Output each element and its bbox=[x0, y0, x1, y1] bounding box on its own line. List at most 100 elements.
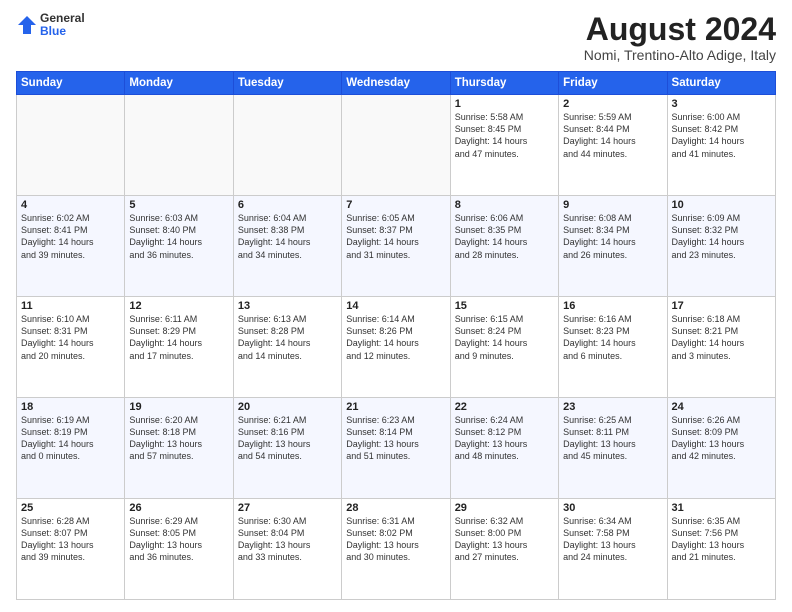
calendar-day-header: Wednesday bbox=[342, 72, 450, 95]
calendar-cell: 24Sunrise: 6:26 AMSunset: 8:09 PMDayligh… bbox=[667, 398, 775, 499]
calendar-cell: 25Sunrise: 6:28 AMSunset: 8:07 PMDayligh… bbox=[17, 499, 125, 600]
calendar-week-row: 1Sunrise: 5:58 AMSunset: 8:45 PMDaylight… bbox=[17, 95, 776, 196]
calendar-week-row: 18Sunrise: 6:19 AMSunset: 8:19 PMDayligh… bbox=[17, 398, 776, 499]
calendar-cell: 16Sunrise: 6:16 AMSunset: 8:23 PMDayligh… bbox=[559, 297, 667, 398]
calendar-day-header: Saturday bbox=[667, 72, 775, 95]
calendar-week-row: 11Sunrise: 6:10 AMSunset: 8:31 PMDayligh… bbox=[17, 297, 776, 398]
day-info: Sunrise: 6:09 AMSunset: 8:32 PMDaylight:… bbox=[672, 212, 771, 261]
calendar-day-header: Thursday bbox=[450, 72, 558, 95]
calendar-cell: 22Sunrise: 6:24 AMSunset: 8:12 PMDayligh… bbox=[450, 398, 558, 499]
day-info: Sunrise: 6:13 AMSunset: 8:28 PMDaylight:… bbox=[238, 313, 337, 362]
day-number: 11 bbox=[21, 300, 120, 312]
day-number: 22 bbox=[455, 401, 554, 413]
day-info: Sunrise: 6:21 AMSunset: 8:16 PMDaylight:… bbox=[238, 414, 337, 463]
calendar-cell: 31Sunrise: 6:35 AMSunset: 7:56 PMDayligh… bbox=[667, 499, 775, 600]
day-number: 16 bbox=[563, 300, 662, 312]
day-number: 1 bbox=[455, 98, 554, 110]
calendar-cell: 20Sunrise: 6:21 AMSunset: 8:16 PMDayligh… bbox=[233, 398, 341, 499]
day-info: Sunrise: 6:10 AMSunset: 8:31 PMDaylight:… bbox=[21, 313, 120, 362]
calendar-cell: 5Sunrise: 6:03 AMSunset: 8:40 PMDaylight… bbox=[125, 196, 233, 297]
logo-svg bbox=[16, 14, 38, 36]
calendar-cell: 30Sunrise: 6:34 AMSunset: 7:58 PMDayligh… bbox=[559, 499, 667, 600]
day-number: 15 bbox=[455, 300, 554, 312]
calendar-cell: 3Sunrise: 6:00 AMSunset: 8:42 PMDaylight… bbox=[667, 95, 775, 196]
calendar-week-row: 4Sunrise: 6:02 AMSunset: 8:41 PMDaylight… bbox=[17, 196, 776, 297]
calendar-cell: 15Sunrise: 6:15 AMSunset: 8:24 PMDayligh… bbox=[450, 297, 558, 398]
calendar-cell: 27Sunrise: 6:30 AMSunset: 8:04 PMDayligh… bbox=[233, 499, 341, 600]
calendar-cell: 18Sunrise: 6:19 AMSunset: 8:19 PMDayligh… bbox=[17, 398, 125, 499]
day-info: Sunrise: 6:11 AMSunset: 8:29 PMDaylight:… bbox=[129, 313, 228, 362]
day-number: 9 bbox=[563, 199, 662, 211]
calendar-cell: 4Sunrise: 6:02 AMSunset: 8:41 PMDaylight… bbox=[17, 196, 125, 297]
month-title: August 2024 bbox=[584, 12, 776, 47]
day-number: 14 bbox=[346, 300, 445, 312]
day-info: Sunrise: 6:14 AMSunset: 8:26 PMDaylight:… bbox=[346, 313, 445, 362]
day-number: 18 bbox=[21, 401, 120, 413]
day-number: 29 bbox=[455, 502, 554, 514]
day-info: Sunrise: 6:34 AMSunset: 7:58 PMDaylight:… bbox=[563, 515, 662, 564]
calendar-cell: 29Sunrise: 6:32 AMSunset: 8:00 PMDayligh… bbox=[450, 499, 558, 600]
day-number: 21 bbox=[346, 401, 445, 413]
day-info: Sunrise: 6:06 AMSunset: 8:35 PMDaylight:… bbox=[455, 212, 554, 261]
day-info: Sunrise: 6:08 AMSunset: 8:34 PMDaylight:… bbox=[563, 212, 662, 261]
day-info: Sunrise: 6:30 AMSunset: 8:04 PMDaylight:… bbox=[238, 515, 337, 564]
day-info: Sunrise: 6:25 AMSunset: 8:11 PMDaylight:… bbox=[563, 414, 662, 463]
day-info: Sunrise: 6:28 AMSunset: 8:07 PMDaylight:… bbox=[21, 515, 120, 564]
calendar-cell: 28Sunrise: 6:31 AMSunset: 8:02 PMDayligh… bbox=[342, 499, 450, 600]
day-info: Sunrise: 6:32 AMSunset: 8:00 PMDaylight:… bbox=[455, 515, 554, 564]
calendar-cell: 14Sunrise: 6:14 AMSunset: 8:26 PMDayligh… bbox=[342, 297, 450, 398]
day-info: Sunrise: 6:19 AMSunset: 8:19 PMDaylight:… bbox=[21, 414, 120, 463]
day-info: Sunrise: 6:16 AMSunset: 8:23 PMDaylight:… bbox=[563, 313, 662, 362]
day-number: 31 bbox=[672, 502, 771, 514]
day-number: 28 bbox=[346, 502, 445, 514]
day-number: 20 bbox=[238, 401, 337, 413]
title-block: August 2024 Nomi, Trentino-Alto Adige, I… bbox=[584, 12, 776, 63]
calendar-cell bbox=[17, 95, 125, 196]
day-number: 4 bbox=[21, 199, 120, 211]
day-number: 8 bbox=[455, 199, 554, 211]
logo-blue: Blue bbox=[40, 25, 85, 38]
calendar-cell: 13Sunrise: 6:13 AMSunset: 8:28 PMDayligh… bbox=[233, 297, 341, 398]
day-info: Sunrise: 6:02 AMSunset: 8:41 PMDaylight:… bbox=[21, 212, 120, 261]
day-number: 3 bbox=[672, 98, 771, 110]
day-number: 25 bbox=[21, 502, 120, 514]
calendar-cell: 19Sunrise: 6:20 AMSunset: 8:18 PMDayligh… bbox=[125, 398, 233, 499]
day-info: Sunrise: 6:35 AMSunset: 7:56 PMDaylight:… bbox=[672, 515, 771, 564]
logo: General Blue bbox=[16, 12, 85, 38]
day-info: Sunrise: 6:31 AMSunset: 8:02 PMDaylight:… bbox=[346, 515, 445, 564]
day-info: Sunrise: 6:23 AMSunset: 8:14 PMDaylight:… bbox=[346, 414, 445, 463]
calendar-day-header: Tuesday bbox=[233, 72, 341, 95]
calendar-cell: 7Sunrise: 6:05 AMSunset: 8:37 PMDaylight… bbox=[342, 196, 450, 297]
calendar-cell: 17Sunrise: 6:18 AMSunset: 8:21 PMDayligh… bbox=[667, 297, 775, 398]
day-number: 19 bbox=[129, 401, 228, 413]
day-number: 27 bbox=[238, 502, 337, 514]
calendar-header-row: SundayMondayTuesdayWednesdayThursdayFrid… bbox=[17, 72, 776, 95]
day-number: 26 bbox=[129, 502, 228, 514]
day-number: 17 bbox=[672, 300, 771, 312]
calendar-cell: 9Sunrise: 6:08 AMSunset: 8:34 PMDaylight… bbox=[559, 196, 667, 297]
calendar-cell: 11Sunrise: 6:10 AMSunset: 8:31 PMDayligh… bbox=[17, 297, 125, 398]
calendar-cell: 21Sunrise: 6:23 AMSunset: 8:14 PMDayligh… bbox=[342, 398, 450, 499]
calendar-day-header: Monday bbox=[125, 72, 233, 95]
calendar-cell: 8Sunrise: 6:06 AMSunset: 8:35 PMDaylight… bbox=[450, 196, 558, 297]
day-info: Sunrise: 6:20 AMSunset: 8:18 PMDaylight:… bbox=[129, 414, 228, 463]
calendar-day-header: Sunday bbox=[17, 72, 125, 95]
calendar-cell: 12Sunrise: 6:11 AMSunset: 8:29 PMDayligh… bbox=[125, 297, 233, 398]
day-info: Sunrise: 6:18 AMSunset: 8:21 PMDaylight:… bbox=[672, 313, 771, 362]
calendar-cell: 6Sunrise: 6:04 AMSunset: 8:38 PMDaylight… bbox=[233, 196, 341, 297]
day-info: Sunrise: 5:59 AMSunset: 8:44 PMDaylight:… bbox=[563, 111, 662, 160]
calendar-cell: 23Sunrise: 6:25 AMSunset: 8:11 PMDayligh… bbox=[559, 398, 667, 499]
calendar-cell bbox=[342, 95, 450, 196]
day-info: Sunrise: 6:05 AMSunset: 8:37 PMDaylight:… bbox=[346, 212, 445, 261]
day-number: 2 bbox=[563, 98, 662, 110]
day-number: 10 bbox=[672, 199, 771, 211]
day-info: Sunrise: 6:24 AMSunset: 8:12 PMDaylight:… bbox=[455, 414, 554, 463]
subtitle: Nomi, Trentino-Alto Adige, Italy bbox=[584, 47, 776, 63]
day-number: 5 bbox=[129, 199, 228, 211]
day-info: Sunrise: 6:04 AMSunset: 8:38 PMDaylight:… bbox=[238, 212, 337, 261]
calendar-cell: 26Sunrise: 6:29 AMSunset: 8:05 PMDayligh… bbox=[125, 499, 233, 600]
header: General Blue August 2024 Nomi, Trentino-… bbox=[16, 12, 776, 63]
day-info: Sunrise: 6:03 AMSunset: 8:40 PMDaylight:… bbox=[129, 212, 228, 261]
day-number: 24 bbox=[672, 401, 771, 413]
calendar-cell bbox=[233, 95, 341, 196]
